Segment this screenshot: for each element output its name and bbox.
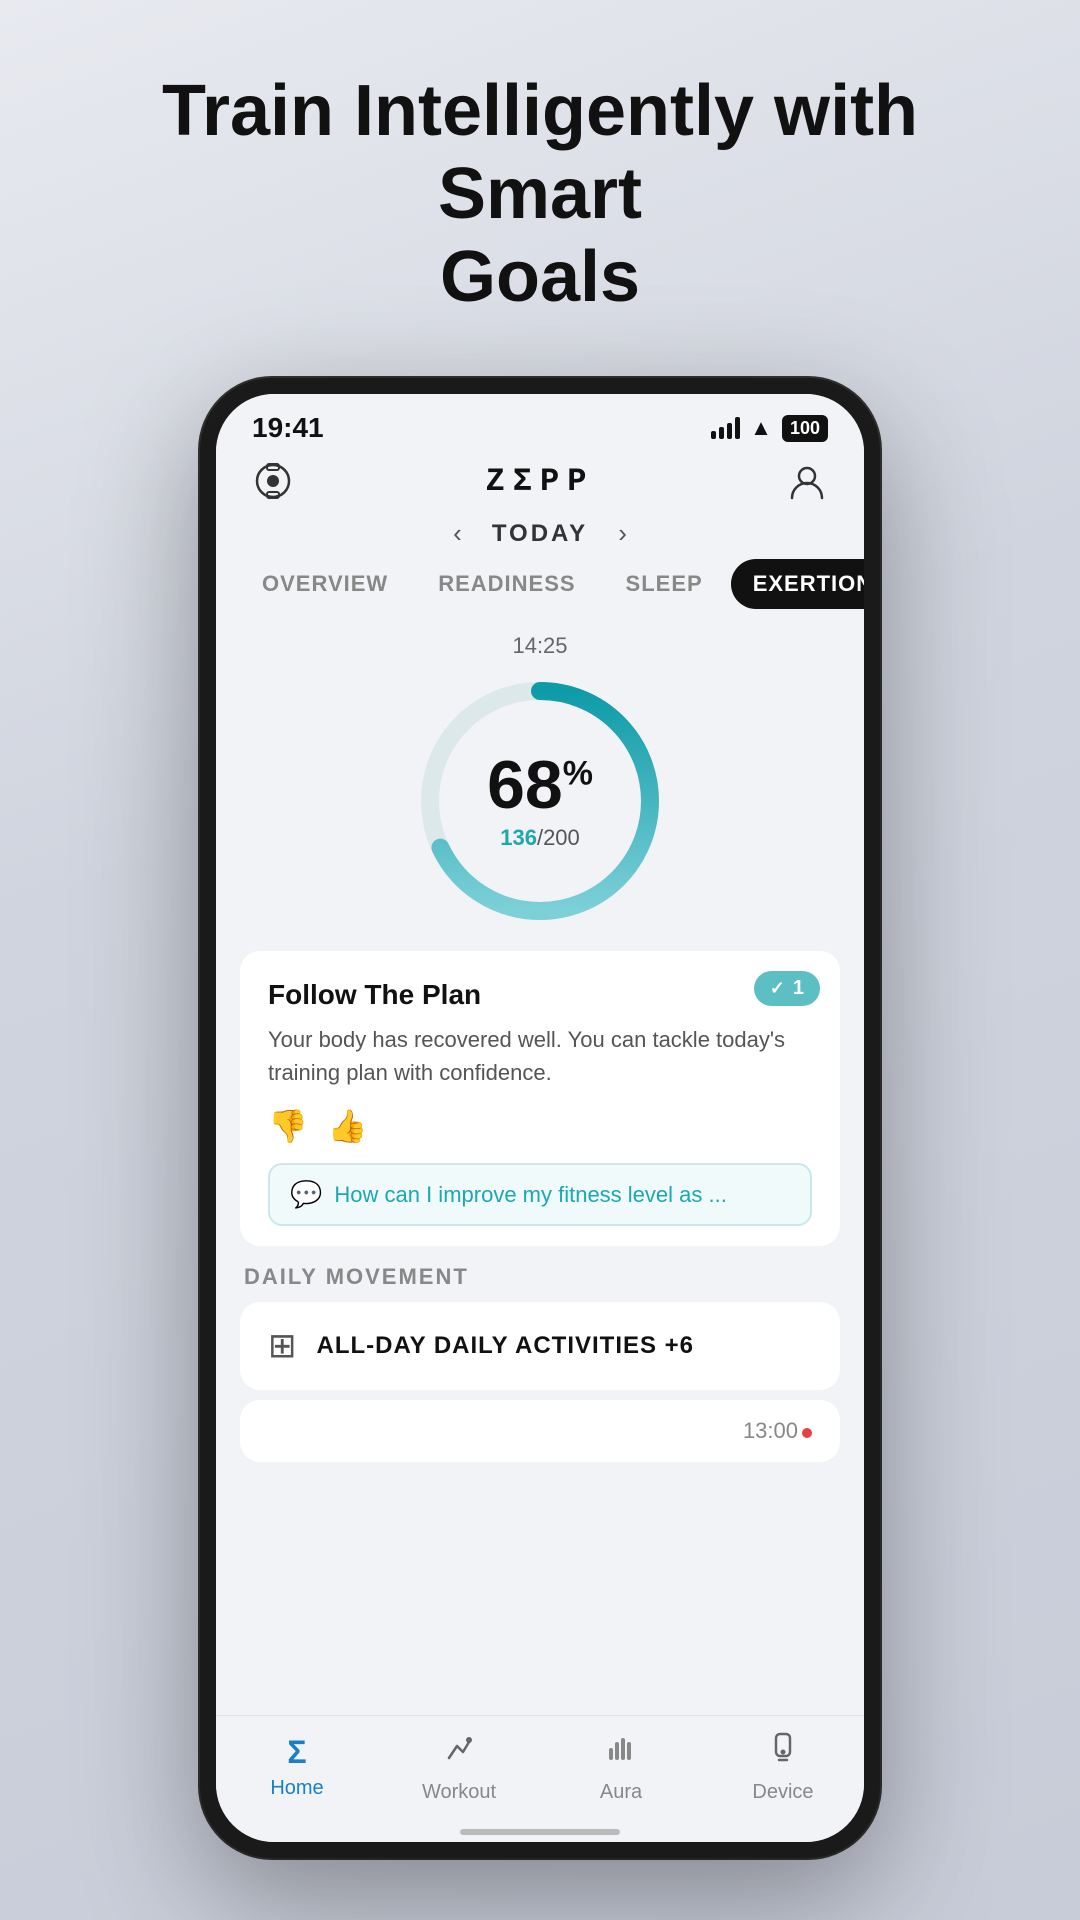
check-icon: ✓ bbox=[770, 978, 785, 999]
gauge-chart: 68% 136/200 bbox=[410, 671, 670, 931]
home-icon: Σ bbox=[287, 1734, 306, 1771]
plan-badge: ✓ 1 bbox=[754, 971, 820, 1006]
tab-exertion[interactable]: EXERTION bbox=[731, 559, 864, 609]
activity-card[interactable]: ⊞ ALL-DAY DAILY ACTIVITIES +6 bbox=[240, 1302, 840, 1390]
watch-icon[interactable] bbox=[252, 460, 294, 502]
partial-card: 13:00 bbox=[240, 1400, 840, 1462]
nav-device[interactable]: Device bbox=[733, 1730, 833, 1804]
gauge-time: 14:25 bbox=[512, 633, 567, 659]
battery-icon: 100 bbox=[782, 415, 828, 442]
tab-readiness[interactable]: READINESS bbox=[416, 559, 597, 609]
plan-title: Follow The Plan bbox=[268, 979, 812, 1011]
phone-screen: 19:41 ▲ 100 ZΣPP bbox=[216, 394, 864, 1842]
plan-card: ✓ 1 Follow The Plan Your body has recove… bbox=[240, 951, 840, 1246]
ask-ai-button[interactable]: 💬 How can I improve my fitness level as … bbox=[268, 1163, 812, 1226]
content-area: ✓ 1 Follow The Plan Your body has recove… bbox=[216, 951, 864, 1715]
top-nav: ZΣPP bbox=[216, 450, 864, 512]
gauge-center: 68% 136/200 bbox=[487, 751, 593, 851]
nav-home-label: Home bbox=[270, 1777, 323, 1800]
phone-frame: 19:41 ▲ 100 ZΣPP bbox=[200, 378, 880, 1858]
ask-ai-text: How can I improve my fitness level as ..… bbox=[334, 1182, 726, 1208]
aura-icon bbox=[603, 1730, 639, 1775]
nav-workout[interactable]: Workout bbox=[409, 1730, 509, 1804]
tab-sleep[interactable]: SLEEP bbox=[604, 559, 725, 609]
wifi-icon: ▲ bbox=[750, 415, 772, 441]
nav-home[interactable]: Σ Home bbox=[247, 1734, 347, 1800]
status-bar: 19:41 ▲ 100 bbox=[216, 394, 864, 450]
bottom-nav: Σ Home Workout bbox=[216, 1715, 864, 1822]
activity-label: ALL-DAY DAILY ACTIVITIES +6 bbox=[317, 1332, 695, 1360]
device-icon bbox=[765, 1730, 801, 1775]
home-indicator bbox=[216, 1822, 864, 1842]
nav-workout-label: Workout bbox=[422, 1781, 496, 1804]
thumbdown-button[interactable]: 👎 bbox=[268, 1107, 308, 1145]
workout-icon bbox=[441, 1730, 477, 1775]
plan-feedback: 👎 👍 bbox=[268, 1107, 812, 1145]
thumbup-button[interactable]: 👍 bbox=[328, 1107, 368, 1145]
nav-device-label: Device bbox=[752, 1781, 813, 1804]
gauge-section: 14:25 68% bbox=[216, 623, 864, 951]
date-label: TODAY bbox=[492, 520, 588, 548]
activity-row: ⊞ ALL-DAY DAILY ACTIVITIES +6 bbox=[268, 1326, 812, 1366]
activity-icon: ⊞ bbox=[268, 1326, 297, 1366]
home-bar bbox=[460, 1829, 620, 1835]
profile-icon[interactable] bbox=[786, 460, 828, 502]
app-logo: ZΣPP bbox=[486, 463, 595, 500]
time-badge: 13:00 bbox=[743, 1418, 812, 1444]
plan-description: Your body has recovered well. You can ta… bbox=[268, 1023, 812, 1089]
tab-overview[interactable]: OVERVIEW bbox=[240, 559, 410, 609]
alert-dot bbox=[802, 1428, 812, 1438]
tabs-bar: OVERVIEW READINESS SLEEP EXERTION bbox=[216, 559, 864, 623]
page-title: Train Intelligently with Smart Goals bbox=[0, 70, 1080, 318]
signal-icon bbox=[711, 417, 740, 439]
gauge-sub: 136/200 bbox=[487, 825, 593, 851]
status-icons: ▲ 100 bbox=[711, 415, 828, 442]
prev-date-button[interactable]: ‹ bbox=[453, 518, 462, 549]
nav-aura-label: Aura bbox=[600, 1781, 642, 1804]
nav-aura[interactable]: Aura bbox=[571, 1730, 671, 1804]
next-date-button[interactable]: › bbox=[618, 518, 627, 549]
status-time: 19:41 bbox=[252, 412, 324, 444]
date-nav: ‹ TODAY › bbox=[216, 512, 864, 559]
section-daily-movement-label: DAILY MOVEMENT bbox=[240, 1264, 840, 1290]
gauge-percent: 68% bbox=[487, 751, 593, 819]
chat-icon: 💬 bbox=[290, 1179, 322, 1210]
